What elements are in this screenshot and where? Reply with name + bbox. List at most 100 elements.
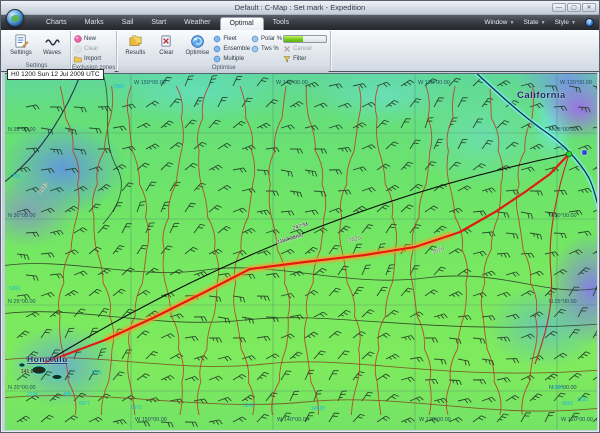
wind-barb-icon <box>506 314 519 322</box>
wind-barb-icon <box>209 204 222 215</box>
wind-barb-icon <box>41 328 52 341</box>
import-exclusion-button[interactable]: Import <box>74 54 101 63</box>
wind-barb-icon <box>290 389 299 402</box>
new-exclusion-button[interactable]: New <box>74 34 101 43</box>
tws-percent-button[interactable]: Tws % <box>251 44 282 53</box>
menu-window[interactable]: Window ▼ <box>484 19 514 26</box>
wind-barb-icon <box>530 191 543 196</box>
wind-barb-icon <box>89 288 102 300</box>
wind-barb-icon <box>329 287 341 299</box>
wind-barb-icon <box>209 420 222 427</box>
wind-barb-icon <box>434 313 447 321</box>
lat-label: N 30°00.00 <box>8 213 36 219</box>
lat-label: N 25°00.00 <box>8 299 36 305</box>
wind-barb-icon <box>305 210 318 217</box>
wind-barb-icon <box>338 389 347 402</box>
ensemble-button[interactable]: Ensemble <box>213 44 250 53</box>
wind-barb-icon <box>521 374 534 384</box>
wind-barb-icon <box>314 267 327 278</box>
wind-barb-icon <box>65 289 78 299</box>
close-button[interactable]: ✕ <box>582 3 596 12</box>
wind-barb-icon <box>530 392 542 404</box>
wind-barb-icon <box>98 307 109 320</box>
menu-style[interactable]: Style ▼ <box>555 19 576 26</box>
app-window: Default : C-Map : Set mark - Expedition … <box>0 0 600 433</box>
tab-charts[interactable]: Charts <box>37 17 76 30</box>
wind-barb-icon <box>74 270 87 279</box>
fleet-button[interactable]: Fleet <box>213 34 250 43</box>
tab-weather[interactable]: Weather <box>175 17 219 30</box>
wind-barb-icon <box>232 296 245 302</box>
wind-barb-icon <box>50 187 63 195</box>
wind-barb-icon <box>26 275 39 281</box>
wind-barb-icon <box>170 268 183 278</box>
wind-barb-icon <box>386 140 398 152</box>
wind-barb-icon <box>242 228 255 238</box>
wind-barb-icon <box>194 355 207 363</box>
application-globe-button[interactable] <box>6 9 24 27</box>
wind-barb-icon <box>233 416 246 426</box>
grib-time-label: H0 1200 Sun 12 Jul 2009 UTC <box>7 69 104 80</box>
menu-state[interactable]: State ▼ <box>523 19 545 26</box>
wind-barb-icon <box>257 170 270 175</box>
wind-barb-icon <box>242 355 255 363</box>
wind-barb-icon <box>122 181 133 194</box>
help-icon[interactable]: ? <box>585 18 594 27</box>
filter-button[interactable]: Filter <box>283 54 327 63</box>
wind-barb-icon <box>569 328 580 341</box>
wind-barb-icon <box>592 86 597 93</box>
wind-barb-icon <box>593 162 597 173</box>
wind-barb-icon <box>497 337 510 343</box>
wind-barb-icon <box>449 417 462 426</box>
tab-tools[interactable]: Tools <box>264 17 298 30</box>
wind-barb-icon <box>170 141 183 152</box>
isochrone-line <box>92 86 113 415</box>
clear-results-button[interactable]: Clear <box>151 32 181 56</box>
multiple-button[interactable]: Multiple <box>213 54 250 63</box>
wind-barb-icon <box>113 163 126 173</box>
isochrone-line <box>269 86 290 415</box>
wind-barb-icon <box>545 330 558 342</box>
wind-barb-icon <box>362 391 373 404</box>
wind-barb-icon <box>449 161 461 173</box>
tab-start[interactable]: Start <box>142 17 175 30</box>
wind-barb-icon <box>314 102 327 111</box>
wind-barb-icon <box>314 349 326 362</box>
wind-barb-icon <box>122 348 132 361</box>
wind-barb-icon <box>377 119 389 131</box>
wind-barb-icon <box>593 327 597 340</box>
mark-square[interactable] <box>582 150 587 155</box>
isoline <box>5 396 597 412</box>
wind-barb-icon <box>314 311 327 321</box>
ensemble-icon <box>213 45 221 53</box>
optimise-button[interactable]: Optimise <box>182 32 212 56</box>
settings-button[interactable]: Settings <box>6 32 36 56</box>
wind-barb-icon <box>338 190 351 196</box>
chart-area[interactable]: N 35°00.00N 35°00.00N 30°00.00N 30°00.00… <box>5 73 597 430</box>
wind-barb-icon <box>377 415 390 426</box>
minimize-button[interactable]: — <box>552 3 566 12</box>
wind-barb-icon <box>266 229 279 237</box>
wind-barb-icon <box>257 122 270 132</box>
tab-sail[interactable]: Sail <box>113 17 143 30</box>
tab-marks[interactable]: Marks <box>76 17 113 30</box>
tab-optimal[interactable]: Optimal <box>220 17 264 30</box>
clear-exclusion-button[interactable]: Clear <box>74 44 101 53</box>
polar-percent-button[interactable]: Polar % <box>251 34 282 43</box>
optimal-route-line[interactable] <box>46 154 569 362</box>
depth-label: 488 <box>63 392 72 398</box>
start-point[interactable] <box>566 151 572 157</box>
cancel-button[interactable]: Cancel <box>283 44 327 53</box>
wind-barb-icon <box>209 338 222 343</box>
waves-button[interactable]: Waves <box>37 32 67 56</box>
ribbon-group-exclusion-zones: New Clear Import <box>71 31 117 71</box>
depth-label: 6971 <box>131 405 142 411</box>
maximize-button[interactable]: ▢ <box>567 3 581 12</box>
wind-barb-icon <box>482 187 495 195</box>
wind-barb-icon <box>113 370 124 383</box>
wind-barb-icon <box>185 336 198 342</box>
isochrone-line <box>304 86 325 415</box>
wind-barb-icon <box>50 309 63 321</box>
window-title: Default : C-Map : Set mark - Expedition <box>1 3 599 12</box>
results-button[interactable]: Results <box>120 32 150 56</box>
